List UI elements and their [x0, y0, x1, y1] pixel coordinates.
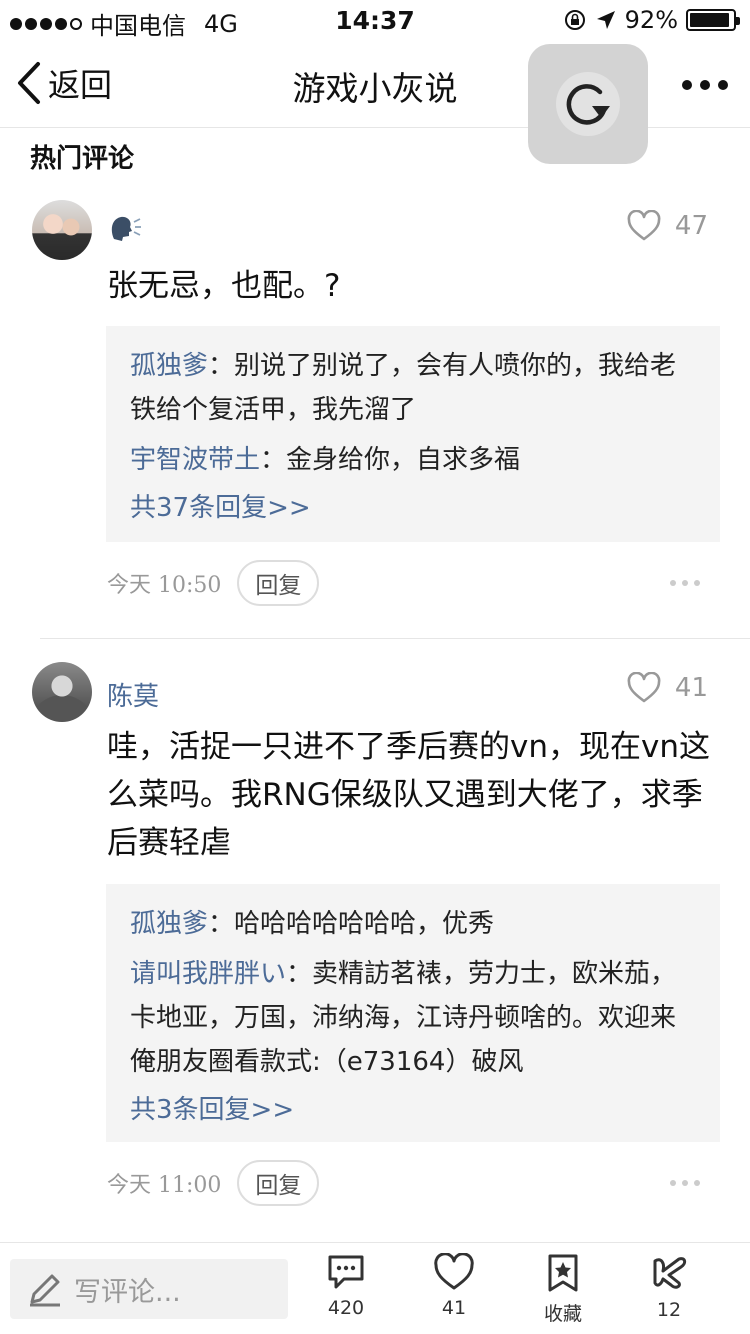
- bookmark-star-icon: [548, 1254, 578, 1292]
- reply-author[interactable]: 孤独爹: [130, 351, 208, 381]
- comment-meta: 今天 11:00 回复: [107, 1160, 320, 1206]
- comment-text[interactable]: 张无忌，也配。?: [107, 262, 727, 310]
- share-icon: [653, 1257, 687, 1289]
- status-right: 92%: [563, 6, 740, 34]
- battery-icon: [686, 9, 740, 31]
- favorite-label: 收藏: [543, 1303, 582, 1325]
- bottom-toolbar: 写评论... 420 41 收藏 12: [0, 1242, 750, 1334]
- share-count: 12: [656, 1299, 682, 1321]
- divider: [40, 638, 750, 639]
- write-comment-input[interactable]: 写评论...: [10, 1259, 288, 1319]
- reply-author[interactable]: 宇智波带土: [130, 445, 260, 475]
- write-placeholder: 写评论...: [74, 1276, 181, 1308]
- reply-item[interactable]: 孤独爹：哈哈哈哈哈哈哈，优秀: [130, 902, 696, 946]
- reply-text: ：别说了别说了，会有人喷你的，我给老铁给个复活甲，我先溜了: [130, 351, 677, 425]
- comment-more-icon[interactable]: [670, 1180, 700, 1186]
- avatar[interactable]: [32, 200, 92, 260]
- more-replies-link[interactable]: 共37条回复>>: [130, 486, 696, 530]
- pencil-icon: [30, 1274, 60, 1307]
- reply-button[interactable]: 回复: [237, 560, 320, 606]
- comment-time: 今天 11:00: [107, 1173, 222, 1198]
- reply-text: ：金身给你，自求多福: [260, 445, 521, 475]
- like-button[interactable]: 41: [627, 672, 708, 704]
- more-replies-link[interactable]: 共3条回复>>: [130, 1088, 696, 1132]
- avatar[interactable]: [32, 662, 92, 722]
- like-article-button[interactable]: 41: [409, 1253, 499, 1319]
- location-icon: [596, 11, 615, 29]
- nav-bar: 返回 游戏小灰说: [0, 40, 750, 164]
- reply-button[interactable]: 回复: [237, 1160, 320, 1206]
- comment-text[interactable]: 哇，活捉一只进不了季后赛的vn，现在vn这么菜吗。我RNG保级队又遇到大佬了，求…: [107, 723, 727, 867]
- refresh-ring: [556, 72, 620, 136]
- comments-count: 420: [327, 1297, 365, 1319]
- like-count: 41: [674, 673, 708, 703]
- heart-icon: [434, 1253, 474, 1290]
- share-button[interactable]: 12: [624, 1253, 714, 1321]
- favorite-button[interactable]: 收藏: [518, 1253, 608, 1326]
- likes-count: 41: [441, 1297, 467, 1319]
- rotation-lock-icon: [564, 10, 585, 30]
- reply-box[interactable]: 孤独爹：哈哈哈哈哈哈哈，优秀 请叫我胖胖い：卖精訪茗裱，劳力士，欧米茄，卡地亚，…: [106, 884, 720, 1142]
- comment-meta: 今天 10:50 回复: [107, 560, 320, 606]
- more-icon[interactable]: [682, 80, 728, 90]
- battery-percent: 92%: [624, 6, 678, 34]
- comment-more-icon[interactable]: [670, 580, 700, 586]
- reply-author[interactable]: 请叫我胖胖い: [130, 959, 286, 989]
- reply-item[interactable]: 宇智波带土：金身给你，自求多福: [130, 438, 696, 482]
- like-count: 47: [674, 211, 708, 241]
- like-button[interactable]: 47: [627, 210, 708, 242]
- comment-bubble-icon: [328, 1255, 364, 1289]
- reply-text: ：哈哈哈哈哈哈哈，优秀: [208, 909, 495, 939]
- heart-icon: [627, 672, 661, 703]
- refresh-icon: [566, 84, 610, 125]
- reply-item[interactable]: 请叫我胖胖い：卖精訪茗裱，劳力士，欧米茄，卡地亚，万国，沛纳海，江诗丹顿啥的。欢…: [130, 952, 696, 1084]
- reply-item[interactable]: 孤独爹：别说了别说了，会有人喷你的，我给老铁给个复活甲，我先溜了: [130, 344, 696, 432]
- comments-button[interactable]: 420: [301, 1253, 391, 1319]
- comment-time: 今天 10:50: [107, 573, 222, 598]
- reply-box[interactable]: 孤独爹：别说了别说了，会有人喷你的，我给老铁给个复活甲，我先溜了 宇智波带土：金…: [106, 326, 720, 542]
- speaking-head-icon: [111, 216, 141, 241]
- section-title: 热门评论: [30, 144, 135, 174]
- floating-refresh-button[interactable]: [528, 44, 648, 164]
- comment-username[interactable]: 陈莫: [107, 676, 159, 713]
- status-bar: 中国电信 4G 14:37 92%: [0, 0, 750, 40]
- reply-author[interactable]: 孤独爹: [130, 909, 208, 939]
- heart-icon: [627, 210, 661, 241]
- battery-fill: [690, 13, 729, 27]
